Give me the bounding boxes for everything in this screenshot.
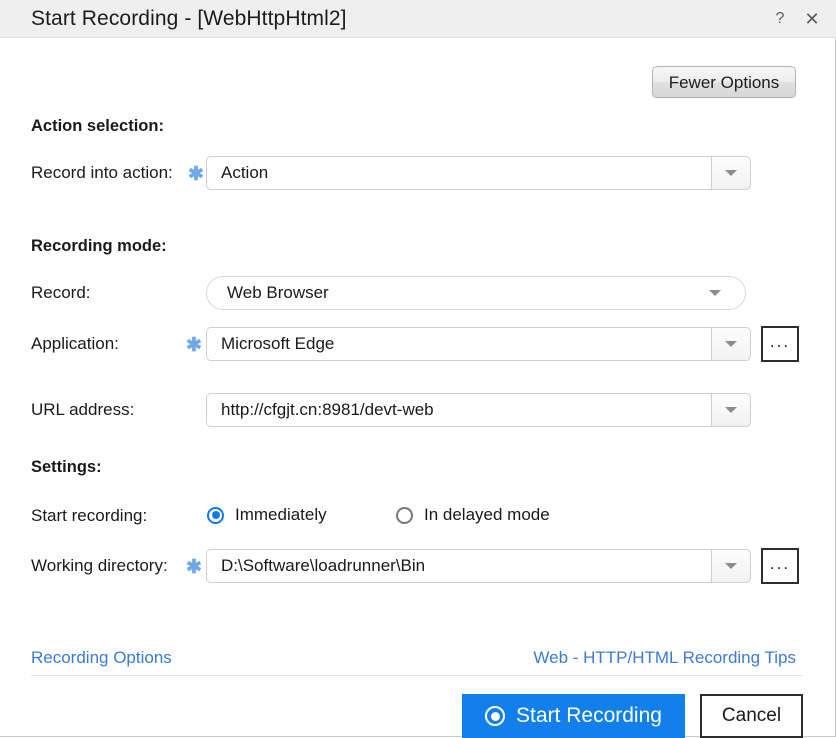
start-recording-label: Start recording: [31, 506, 148, 525]
record-label: Record: [31, 283, 91, 302]
url-address-label: URL address: [31, 400, 135, 419]
working-directory-label: Working directory: [31, 556, 168, 575]
chevron-down-icon[interactable] [709, 290, 721, 296]
record-into-action-label: Record into action: [31, 163, 173, 182]
help-icon[interactable]: ? [769, 8, 791, 30]
working-directory-browse-button[interactable]: ... [761, 548, 799, 584]
dialog-title: Start Recording - [WebHttpHtml2] [31, 7, 347, 30]
url-address-combobox[interactable]: http://cfgjt.cn:8981/devt-web [206, 393, 751, 427]
radio-start-delayed-label: In delayed mode [424, 505, 550, 524]
footer-divider [31, 675, 803, 676]
dialog-titlebar: Start Recording - [WebHttpHtml2] ? ✕ [0, 0, 836, 38]
record-into-action-value: Action [206, 156, 711, 190]
cancel-button[interactable]: Cancel [700, 694, 803, 738]
record-into-action-combobox[interactable]: Action [206, 156, 751, 190]
record-combobox[interactable]: Web Browser [206, 276, 746, 310]
radio-selected-icon [207, 506, 224, 524]
application-label: Application: [31, 334, 119, 353]
link-recording-options[interactable]: Recording Options [31, 648, 172, 668]
record-value: Web Browser [227, 283, 329, 302]
working-directory-value: D:\Software\loadrunner\Bin [206, 549, 711, 583]
radio-start-delayed[interactable]: In delayed mode [396, 505, 550, 525]
application-required-marker: ✱ [186, 335, 202, 356]
chevron-down-icon[interactable] [711, 156, 751, 190]
link-recording-tips[interactable]: Web - HTTP/HTML Recording Tips [533, 648, 796, 668]
chevron-down-icon[interactable] [711, 393, 751, 427]
record-into-action-required-marker: ✱ [188, 164, 204, 185]
fewer-options-button[interactable]: Fewer Options [652, 66, 796, 98]
close-icon[interactable]: ✕ [801, 8, 823, 30]
radio-start-immediately[interactable]: Immediately [207, 505, 327, 525]
chevron-down-icon[interactable] [711, 549, 751, 583]
working-directory-combobox[interactable]: D:\Software\loadrunner\Bin [206, 549, 751, 583]
section-heading-action-selection: Action selection: [31, 117, 164, 135]
working-directory-required-marker: ✱ [186, 557, 202, 578]
start-recording-button[interactable]: Start Recording [462, 694, 685, 738]
radio-start-immediately-label: Immediately [235, 505, 327, 524]
application-browse-button[interactable]: ... [761, 326, 799, 362]
record-icon [485, 706, 506, 726]
section-heading-recording-mode: Recording mode: [31, 237, 167, 255]
url-address-value: http://cfgjt.cn:8981/devt-web [206, 393, 711, 427]
radio-unselected-icon [396, 506, 413, 524]
application-value: Microsoft Edge [206, 327, 711, 361]
chevron-down-icon[interactable] [711, 327, 751, 361]
start-recording-button-label: Start Recording [516, 704, 662, 727]
section-heading-settings: Settings: [31, 458, 102, 476]
dialog-body: Fewer Options Action selection: Record i… [0, 38, 836, 738]
application-combobox[interactable]: Microsoft Edge [206, 327, 751, 361]
